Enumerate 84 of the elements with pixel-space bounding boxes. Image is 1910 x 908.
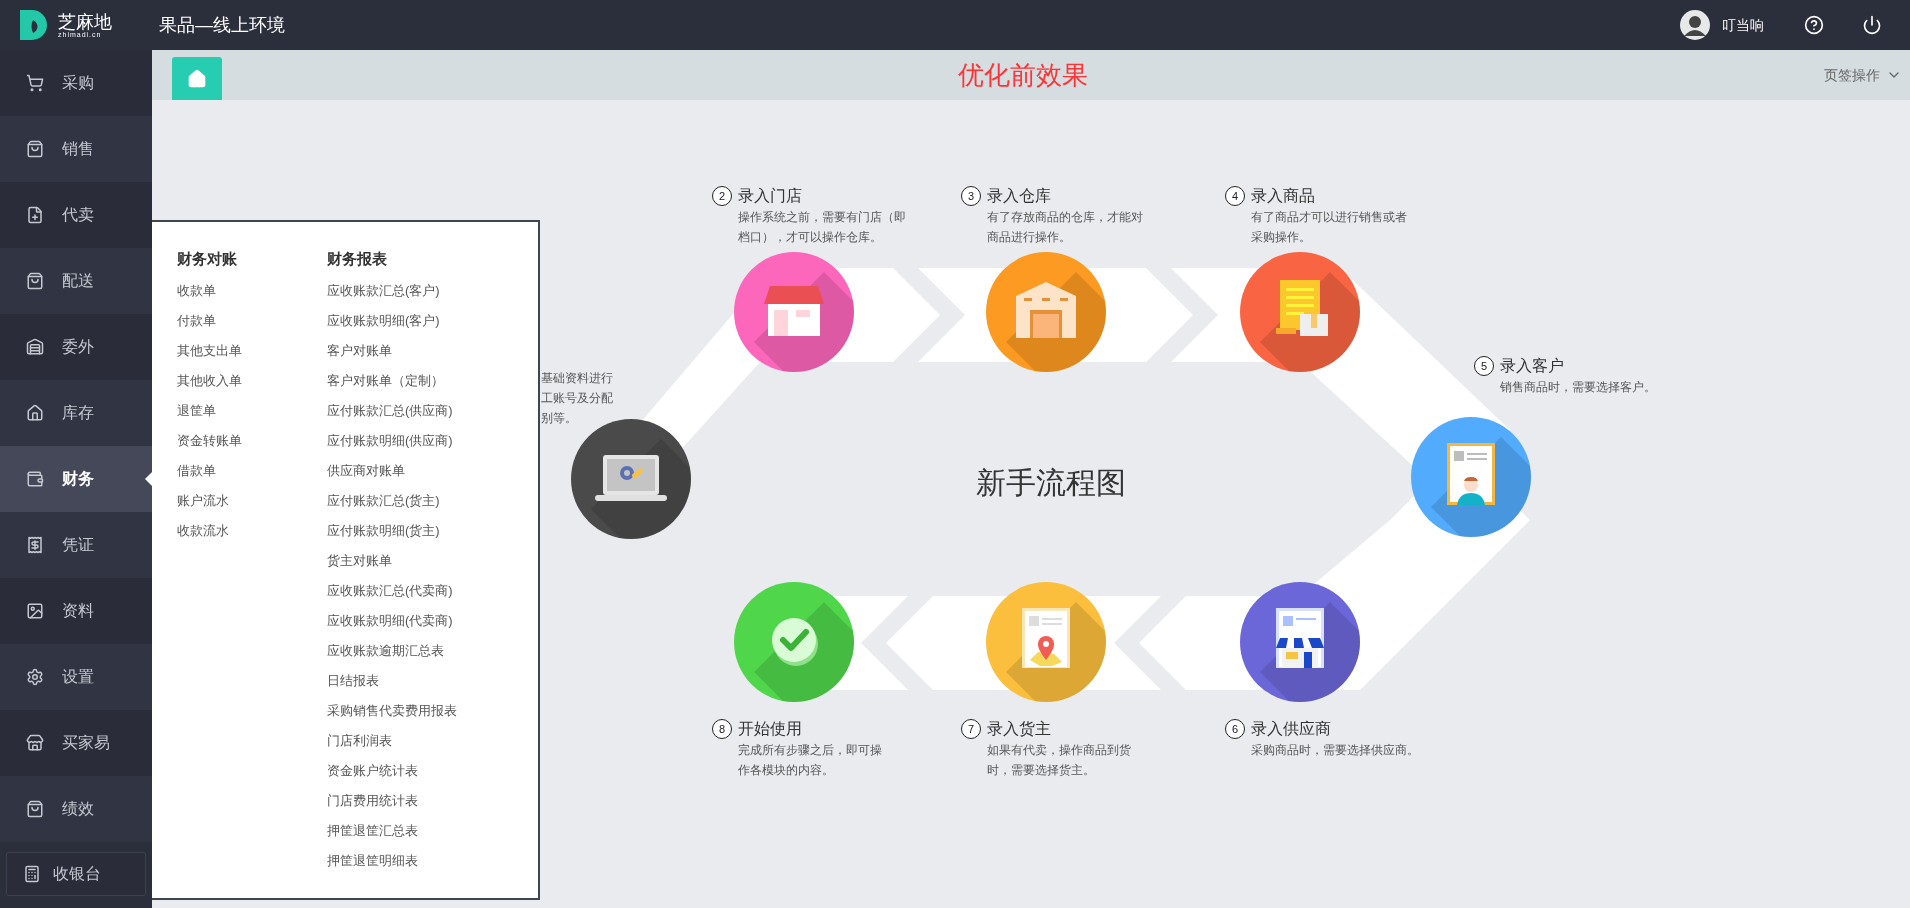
menu-link[interactable]: 门店利润表 <box>327 726 457 756</box>
menu-link[interactable]: 其他支出单 <box>177 336 327 366</box>
step-description: 采购商品时，需要选择供应商。 <box>1251 742 1420 759</box>
cart-icon <box>26 74 44 92</box>
step-number: 8 <box>712 719 732 739</box>
step-number: 7 <box>961 719 981 739</box>
house-icon <box>26 404 44 422</box>
user-name[interactable]: 叮当响 <box>1722 14 1764 36</box>
step-title: 开始使用 <box>738 719 803 739</box>
menu-link[interactable]: 应付账款汇总(供应商) <box>327 396 457 426</box>
step-description: 有了商品才可以进行销售或者采购操作。 <box>1251 209 1408 246</box>
settings-icon <box>26 668 44 686</box>
menu-link[interactable]: 押筐退筐明细表 <box>327 846 457 876</box>
step-number: 5 <box>1474 356 1494 376</box>
bag-icon <box>26 140 44 158</box>
menu-link[interactable]: 退筐单 <box>177 396 327 426</box>
menu-link[interactable]: 应收账款汇总(客户) <box>327 276 457 306</box>
help-icon[interactable] <box>1804 15 1824 35</box>
menu-link[interactable]: 采购销售代卖费用报表 <box>327 696 457 726</box>
cashier-button[interactable]: 收银台 <box>6 852 146 896</box>
file-icon <box>26 206 44 224</box>
sidebar-item[interactable]: 绩效 <box>0 776 152 842</box>
menu-link[interactable]: 客户对账单 <box>327 336 457 366</box>
image-icon <box>26 602 44 620</box>
wallet-icon <box>26 470 44 488</box>
column-heading: 财务报表 <box>327 249 388 269</box>
sidebar-item[interactable]: 库存 <box>0 380 152 446</box>
step-title: 录入仓库 <box>987 186 1052 206</box>
menu-link[interactable]: 付款单 <box>177 306 327 336</box>
sidebar-item[interactable]: 设置 <box>0 644 152 710</box>
menu-link[interactable]: 借款单 <box>177 456 327 486</box>
receipt-icon <box>26 536 44 554</box>
step-title: 录入门店 <box>738 186 803 206</box>
menu-link[interactable]: 资金账户统计表 <box>327 756 457 786</box>
bag-icon <box>26 272 44 290</box>
menu-link[interactable]: 应付账款明细(供应商) <box>327 426 457 456</box>
menu-link[interactable]: 应收账款明细(代卖商) <box>327 606 457 636</box>
step-description: 销售商品时，需要选择客户。 <box>1500 379 1657 396</box>
sidebar-item[interactable]: 凭证 <box>0 512 152 578</box>
sidebar-item[interactable]: 配送 <box>0 248 152 314</box>
menu-link[interactable]: 客户对账单（定制） <box>327 366 457 396</box>
step-number: 2 <box>712 186 732 206</box>
menu-link[interactable]: 应收账款汇总(代卖商) <box>327 576 457 606</box>
step-description: 有了存放商品的仓库，才能对商品进行操作。 <box>987 209 1144 246</box>
menu-link[interactable]: 收款流水 <box>177 516 327 546</box>
step-description: 完成所有步骤之后，即可操作各模块的内容。 <box>738 742 883 779</box>
menu-link[interactable]: 应付账款汇总(货主) <box>327 486 457 516</box>
menu-link[interactable]: 其他收入单 <box>177 366 327 396</box>
menu-link[interactable]: 供应商对账单 <box>327 456 457 486</box>
sidebar-item[interactable]: 销售 <box>0 116 152 182</box>
logo-icon <box>20 10 48 40</box>
step-description: 如果有代卖，操作商品到货时，需要选择货主。 <box>987 742 1132 779</box>
step-title: 录入供应商 <box>1251 719 1332 739</box>
home-icon <box>187 68 207 89</box>
flow-title: 新手流程图 <box>976 465 1126 501</box>
menu-link[interactable]: 资金转账单 <box>177 426 327 456</box>
menu-link[interactable]: 收款单 <box>177 276 327 306</box>
bag-icon <box>26 800 44 818</box>
tab-actions-menu[interactable]: 页签操作 <box>1824 50 1902 100</box>
step-title: 录入商品 <box>1251 186 1316 206</box>
notice-title: 优化前效果 <box>958 58 1088 92</box>
menu-link[interactable]: 货主对账单 <box>327 546 457 576</box>
menu-link[interactable]: 应收账款逾期汇总表 <box>327 636 457 666</box>
store-icon <box>26 734 44 752</box>
menu-link[interactable]: 账户流水 <box>177 486 327 516</box>
step-number: 3 <box>961 186 981 206</box>
step-description: 操作系统之前，需要有门店（即档口），才可以操作仓库。 <box>738 209 907 246</box>
logo-name: 芝麻地 <box>58 12 112 31</box>
step-title: 录入客户 <box>1500 356 1565 376</box>
menu-link[interactable]: 日结报表 <box>327 666 457 696</box>
step-description: 基础资料进行工账号及分配别等。 <box>541 370 614 427</box>
step-number: 4 <box>1225 186 1245 206</box>
menu-link[interactable]: 押筐退筐汇总表 <box>327 816 457 846</box>
step-number: 6 <box>1225 719 1245 739</box>
step-title: 录入货主 <box>987 719 1052 739</box>
warehouse-icon <box>26 338 44 356</box>
menu-link[interactable]: 应收账款明细(客户) <box>327 306 457 336</box>
menu-link[interactable]: 应付账款明细(货主) <box>327 516 457 546</box>
menu-link[interactable]: 门店费用统计表 <box>327 786 457 816</box>
column-heading: 财务对账 <box>177 249 238 269</box>
sidebar-item[interactable]: 财务 <box>0 446 152 512</box>
power-icon[interactable] <box>1862 15 1882 35</box>
environment-title: 果品—线上环境 <box>159 13 285 37</box>
avatar[interactable] <box>1680 10 1710 40</box>
